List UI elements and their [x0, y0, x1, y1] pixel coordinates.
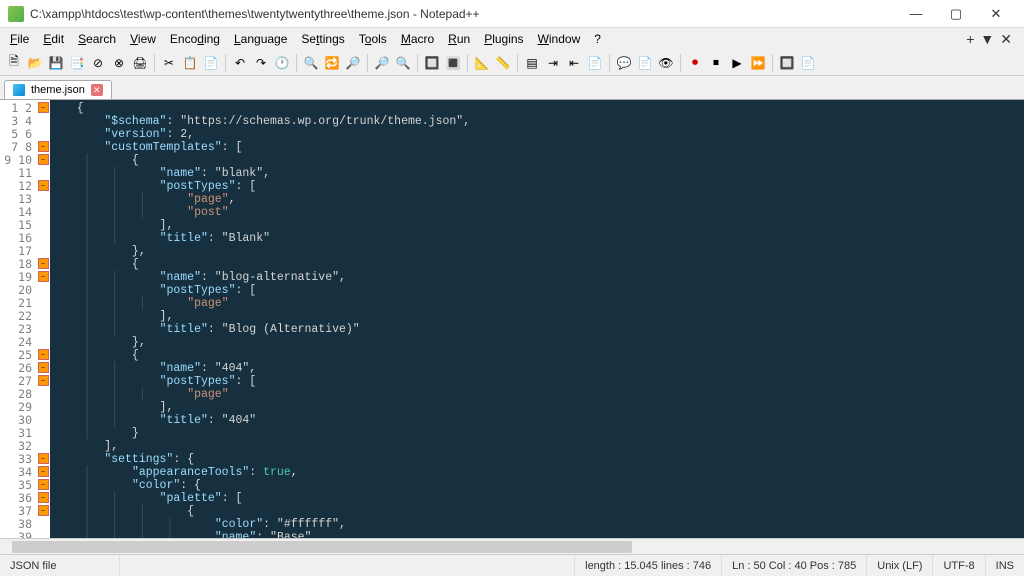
sync-h-icon[interactable]: 🔳 — [443, 53, 463, 73]
fast-icon[interactable]: ⏩ — [748, 53, 768, 73]
menu-view[interactable]: View — [124, 30, 162, 48]
menu-bar: File Edit Search View Encoding Language … — [0, 28, 1024, 50]
menu-tools[interactable]: Tools — [353, 30, 393, 48]
status-length: length : 15.045 lines : 746 — [575, 555, 722, 576]
indent-guide-icon[interactable]: 📏 — [493, 53, 513, 73]
misc2-icon[interactable]: 📄 — [798, 53, 818, 73]
doc2-icon[interactable]: 📄 — [635, 53, 655, 73]
outdent-icon[interactable]: ⇤ — [564, 53, 584, 73]
menu-help[interactable]: ? — [588, 30, 607, 48]
window-title: C:\xampp\htdocs\test\wp-content\themes\t… — [30, 7, 896, 21]
file-icon — [13, 84, 25, 96]
menu-window[interactable]: Window — [532, 30, 587, 48]
title-bar: C:\xampp\htdocs\test\wp-content\themes\t… — [0, 0, 1024, 28]
status-bar: JSON file length : 15.045 lines : 746 Ln… — [0, 554, 1024, 576]
menu-settings[interactable]: Settings — [295, 30, 350, 48]
close-button[interactable]: ✕ — [976, 2, 1016, 26]
toggle-x-icon[interactable]: ✕ — [1000, 31, 1012, 48]
status-position: Ln : 50 Col : 40 Pos : 785 — [722, 555, 867, 576]
toggle-down-icon[interactable]: ▼ — [980, 31, 994, 48]
zoom-in-icon[interactable]: 🔎 — [372, 53, 392, 73]
toolbar: 🗎 📂 💾 📑 ⊘ ⊗ 🖨 ✂ 📋 📄 ↶ ↷ 🕐 🔍 🔁 🔎 🔎 🔍 🔲 🔳 … — [0, 50, 1024, 76]
tab-close-icon[interactable]: ✕ — [91, 84, 103, 96]
print-icon[interactable]: 🖨 — [130, 53, 150, 73]
menu-run[interactable]: Run — [442, 30, 476, 48]
editor-area[interactable]: 1 2 3 4 5 6 7 8 9 10 11 12 13 14 15 16 1… — [0, 100, 1024, 538]
monitor-icon[interactable]: 👁 — [656, 53, 676, 73]
save-icon[interactable]: 💾 — [46, 53, 66, 73]
tab-theme-json[interactable]: theme.json ✕ — [4, 80, 112, 99]
menu-plugins[interactable]: Plugins — [478, 30, 529, 48]
comment-icon[interactable]: 💬 — [614, 53, 634, 73]
app-icon — [8, 6, 24, 22]
paste-icon[interactable]: 📄 — [201, 53, 221, 73]
menu-encoding[interactable]: Encoding — [164, 30, 226, 48]
indent-icon[interactable]: ⇥ — [543, 53, 563, 73]
status-eol: Unix (LF) — [867, 555, 933, 576]
open-file-icon[interactable]: 📂 — [25, 53, 45, 73]
new-file-icon[interactable]: 🗎 — [4, 53, 24, 73]
toggle-plus-icon[interactable]: + — [966, 31, 974, 48]
menu-edit[interactable]: Edit — [37, 30, 70, 48]
code-content[interactable]: { "$schema": "https://schemas.wp.org/tru… — [50, 100, 1024, 538]
sync-v-icon[interactable]: 🔲 — [422, 53, 442, 73]
menu-language[interactable]: Language — [228, 30, 293, 48]
minimize-button[interactable]: — — [896, 2, 936, 26]
maximize-button[interactable]: ▢ — [936, 2, 976, 26]
misc1-icon[interactable]: 🔲 — [777, 53, 797, 73]
scrollbar-thumb[interactable] — [12, 541, 632, 553]
redo-icon[interactable]: ↷ — [251, 53, 271, 73]
line-numbers: 1 2 3 4 5 6 7 8 9 10 11 12 13 14 15 16 1… — [0, 100, 36, 538]
menu-macro[interactable]: Macro — [395, 30, 440, 48]
menu-file[interactable]: File — [4, 30, 35, 48]
replace-icon[interactable]: 🔁 — [322, 53, 342, 73]
copy-icon[interactable]: 📋 — [180, 53, 200, 73]
cut-icon[interactable]: ✂ — [159, 53, 179, 73]
tab-bar: theme.json ✕ — [0, 76, 1024, 100]
tab-label: theme.json — [31, 84, 85, 96]
close-all-icon[interactable]: ⊗ — [109, 53, 129, 73]
stop-icon[interactable]: ⏹ — [706, 53, 726, 73]
find-files-icon[interactable]: 🔎 — [343, 53, 363, 73]
close-file-icon[interactable]: ⊘ — [88, 53, 108, 73]
play-icon[interactable]: ▶ — [727, 53, 747, 73]
horizontal-scrollbar[interactable] — [0, 538, 1024, 554]
undo-icon[interactable]: ↶ — [230, 53, 250, 73]
show-all-chars-icon[interactable]: ▤ — [522, 53, 542, 73]
status-encoding: UTF-8 — [933, 555, 985, 576]
menu-search[interactable]: Search — [72, 30, 122, 48]
zoom-out-icon[interactable]: 🔍 — [393, 53, 413, 73]
status-filetype: JSON file — [0, 555, 120, 576]
status-insert: INS — [986, 555, 1024, 576]
find-icon[interactable]: 🔍 — [301, 53, 321, 73]
history-icon[interactable]: 🕐 — [272, 53, 292, 73]
save-all-icon[interactable]: 📑 — [67, 53, 87, 73]
doc-icon[interactable]: 📄 — [585, 53, 605, 73]
wrap-icon[interactable]: 📐 — [472, 53, 492, 73]
record-icon[interactable]: ⏺ — [685, 53, 705, 73]
fold-margin[interactable]: −−−−−−−−−−−−−−− — [36, 100, 50, 538]
